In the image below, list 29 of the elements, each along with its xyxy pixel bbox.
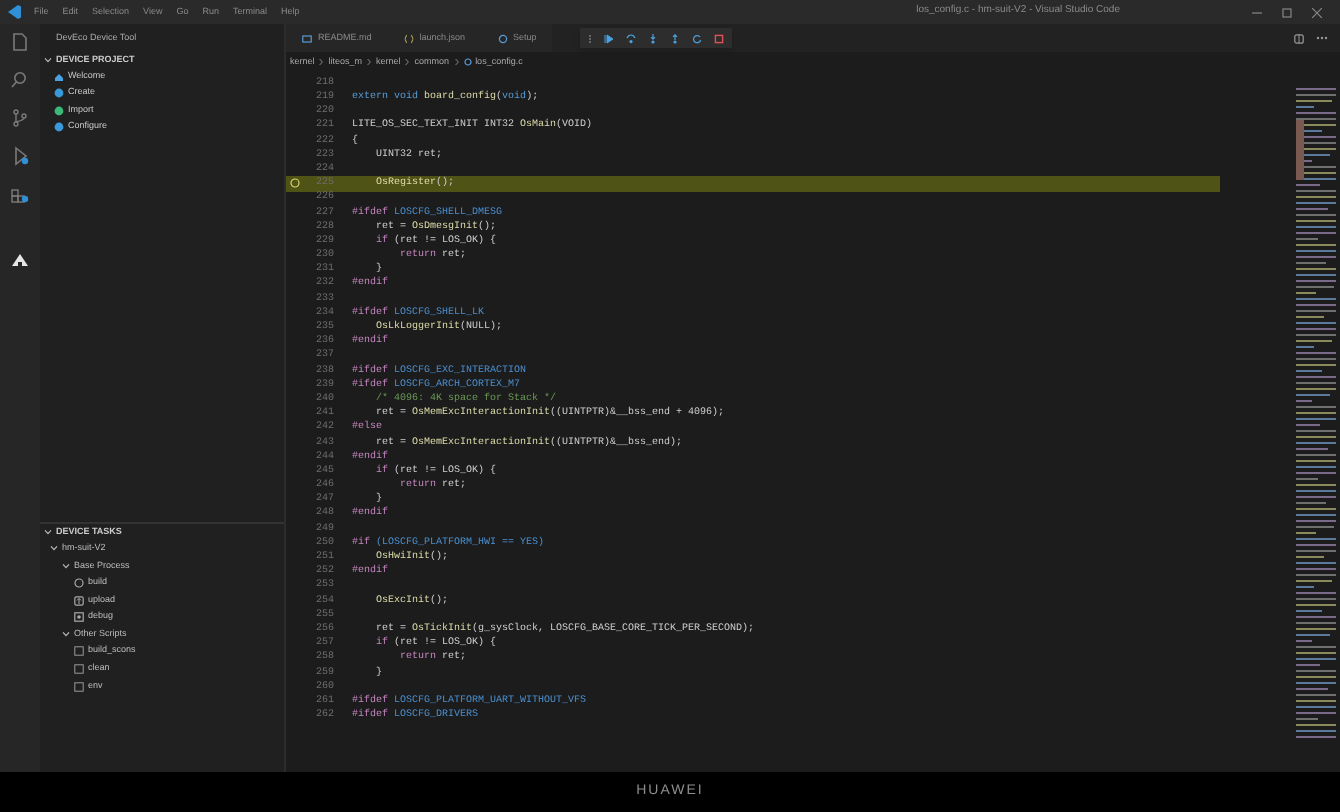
maximize-icon[interactable]: [1282, 7, 1292, 17]
step-over-icon[interactable]: [626, 33, 636, 43]
bug-icon: [74, 612, 84, 623]
continue-icon[interactable]: [604, 33, 614, 43]
chevron-down-icon[interactable]: [44, 528, 52, 536]
chevron-right-icon: [366, 58, 373, 66]
step-out-icon[interactable]: [670, 33, 680, 43]
chevron-right-icon: [318, 58, 325, 66]
source-control-icon[interactable]: [10, 108, 30, 128]
chevron-right-icon: [404, 58, 411, 66]
chevron-down-icon[interactable]: [44, 56, 52, 64]
house-icon[interactable]: [10, 250, 30, 270]
split-editor-icon[interactable]: [1294, 33, 1304, 43]
step-into-icon[interactable]: [648, 33, 658, 43]
c-file-icon: [463, 58, 472, 66]
upload-icon: [74, 595, 84, 606]
run-debug-icon[interactable]: [10, 146, 30, 166]
search-icon[interactable]: [10, 70, 30, 90]
close-icon[interactable]: [1312, 7, 1322, 17]
debug-pointer-icon: [289, 178, 299, 189]
stop-icon[interactable]: [714, 33, 724, 43]
files-icon[interactable]: [10, 32, 30, 52]
extensions-icon[interactable]: [10, 184, 30, 204]
markdown-file-icon: [302, 33, 312, 43]
chevron-right-icon: [453, 58, 460, 66]
braces-icon: [403, 33, 414, 43]
home-icon: [54, 71, 64, 82]
app-logo-icon: [6, 4, 22, 20]
restart-icon[interactable]: [692, 33, 702, 43]
